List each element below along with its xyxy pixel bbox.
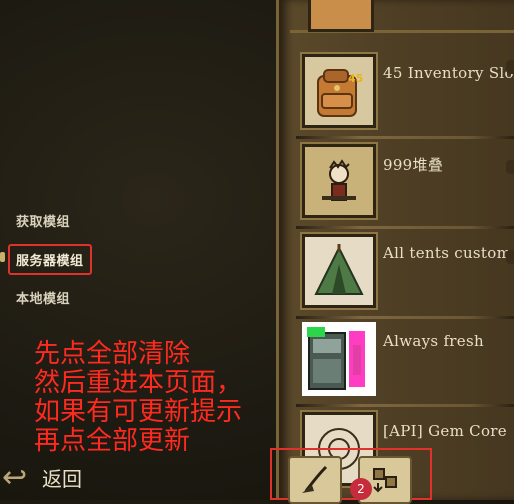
mod-name: 45 Inventory Slot (383, 64, 514, 82)
scroll-marker-icon (506, 60, 514, 74)
broom-icon (302, 465, 328, 493)
row-divider (296, 404, 514, 407)
mod-name: All tents custom t (383, 244, 514, 262)
tent-icon (302, 234, 376, 308)
mod-row[interactable]: Always fresh (296, 318, 514, 407)
mod-list-top-frame (290, 0, 514, 33)
mod-name: 999堆叠 (383, 156, 444, 174)
sidebar-item-local-mods[interactable]: 本地模组 (16, 288, 70, 307)
mod-row[interactable]: All tents custom t (296, 230, 514, 319)
annotation-line: 然后重进本页面， (34, 368, 243, 398)
wilson-character-icon (302, 144, 376, 218)
back-label: 返回 (42, 467, 82, 491)
fresh-mod-image (302, 322, 376, 396)
mod-name: [API] Gem Core (383, 422, 507, 440)
mod-row[interactable]: 45 45 Inventory Slot (296, 50, 514, 139)
back-arrow-icon: ↩ (2, 460, 28, 495)
selection-indicator (0, 252, 5, 262)
instruction-annotation: 先点全部清除 然后重进本页面， 如果有可更新提示 再点全部更新 (34, 340, 242, 456)
sidebar-item-get-mods[interactable]: 获取模组 (16, 211, 70, 230)
mod-row[interactable]: 999堆叠 (296, 140, 514, 229)
partial-mod-thumb (308, 0, 374, 32)
sidebar-item-server-mods[interactable]: 服务器模组 (8, 244, 92, 275)
scroll-marker-icon (506, 160, 514, 174)
annotation-line: 如果有可更新提示 (34, 397, 243, 427)
scroll-marker-icon (506, 250, 514, 264)
back-button[interactable]: ↩ 返回 (0, 448, 110, 500)
annotation-line: 先点全部清除 (34, 339, 191, 369)
row-divider (296, 136, 514, 139)
backpack-45-icon: 45 (302, 54, 376, 128)
row-divider (296, 226, 514, 229)
backpack-badge-text: 45 (348, 72, 363, 85)
mod-name: Always fresh (383, 332, 484, 350)
clean-all-button[interactable] (288, 456, 342, 504)
bulk-actions-highlight: 2 (270, 448, 432, 504)
update-count-badge: 2 (350, 478, 372, 500)
update-all-icon (373, 468, 397, 493)
